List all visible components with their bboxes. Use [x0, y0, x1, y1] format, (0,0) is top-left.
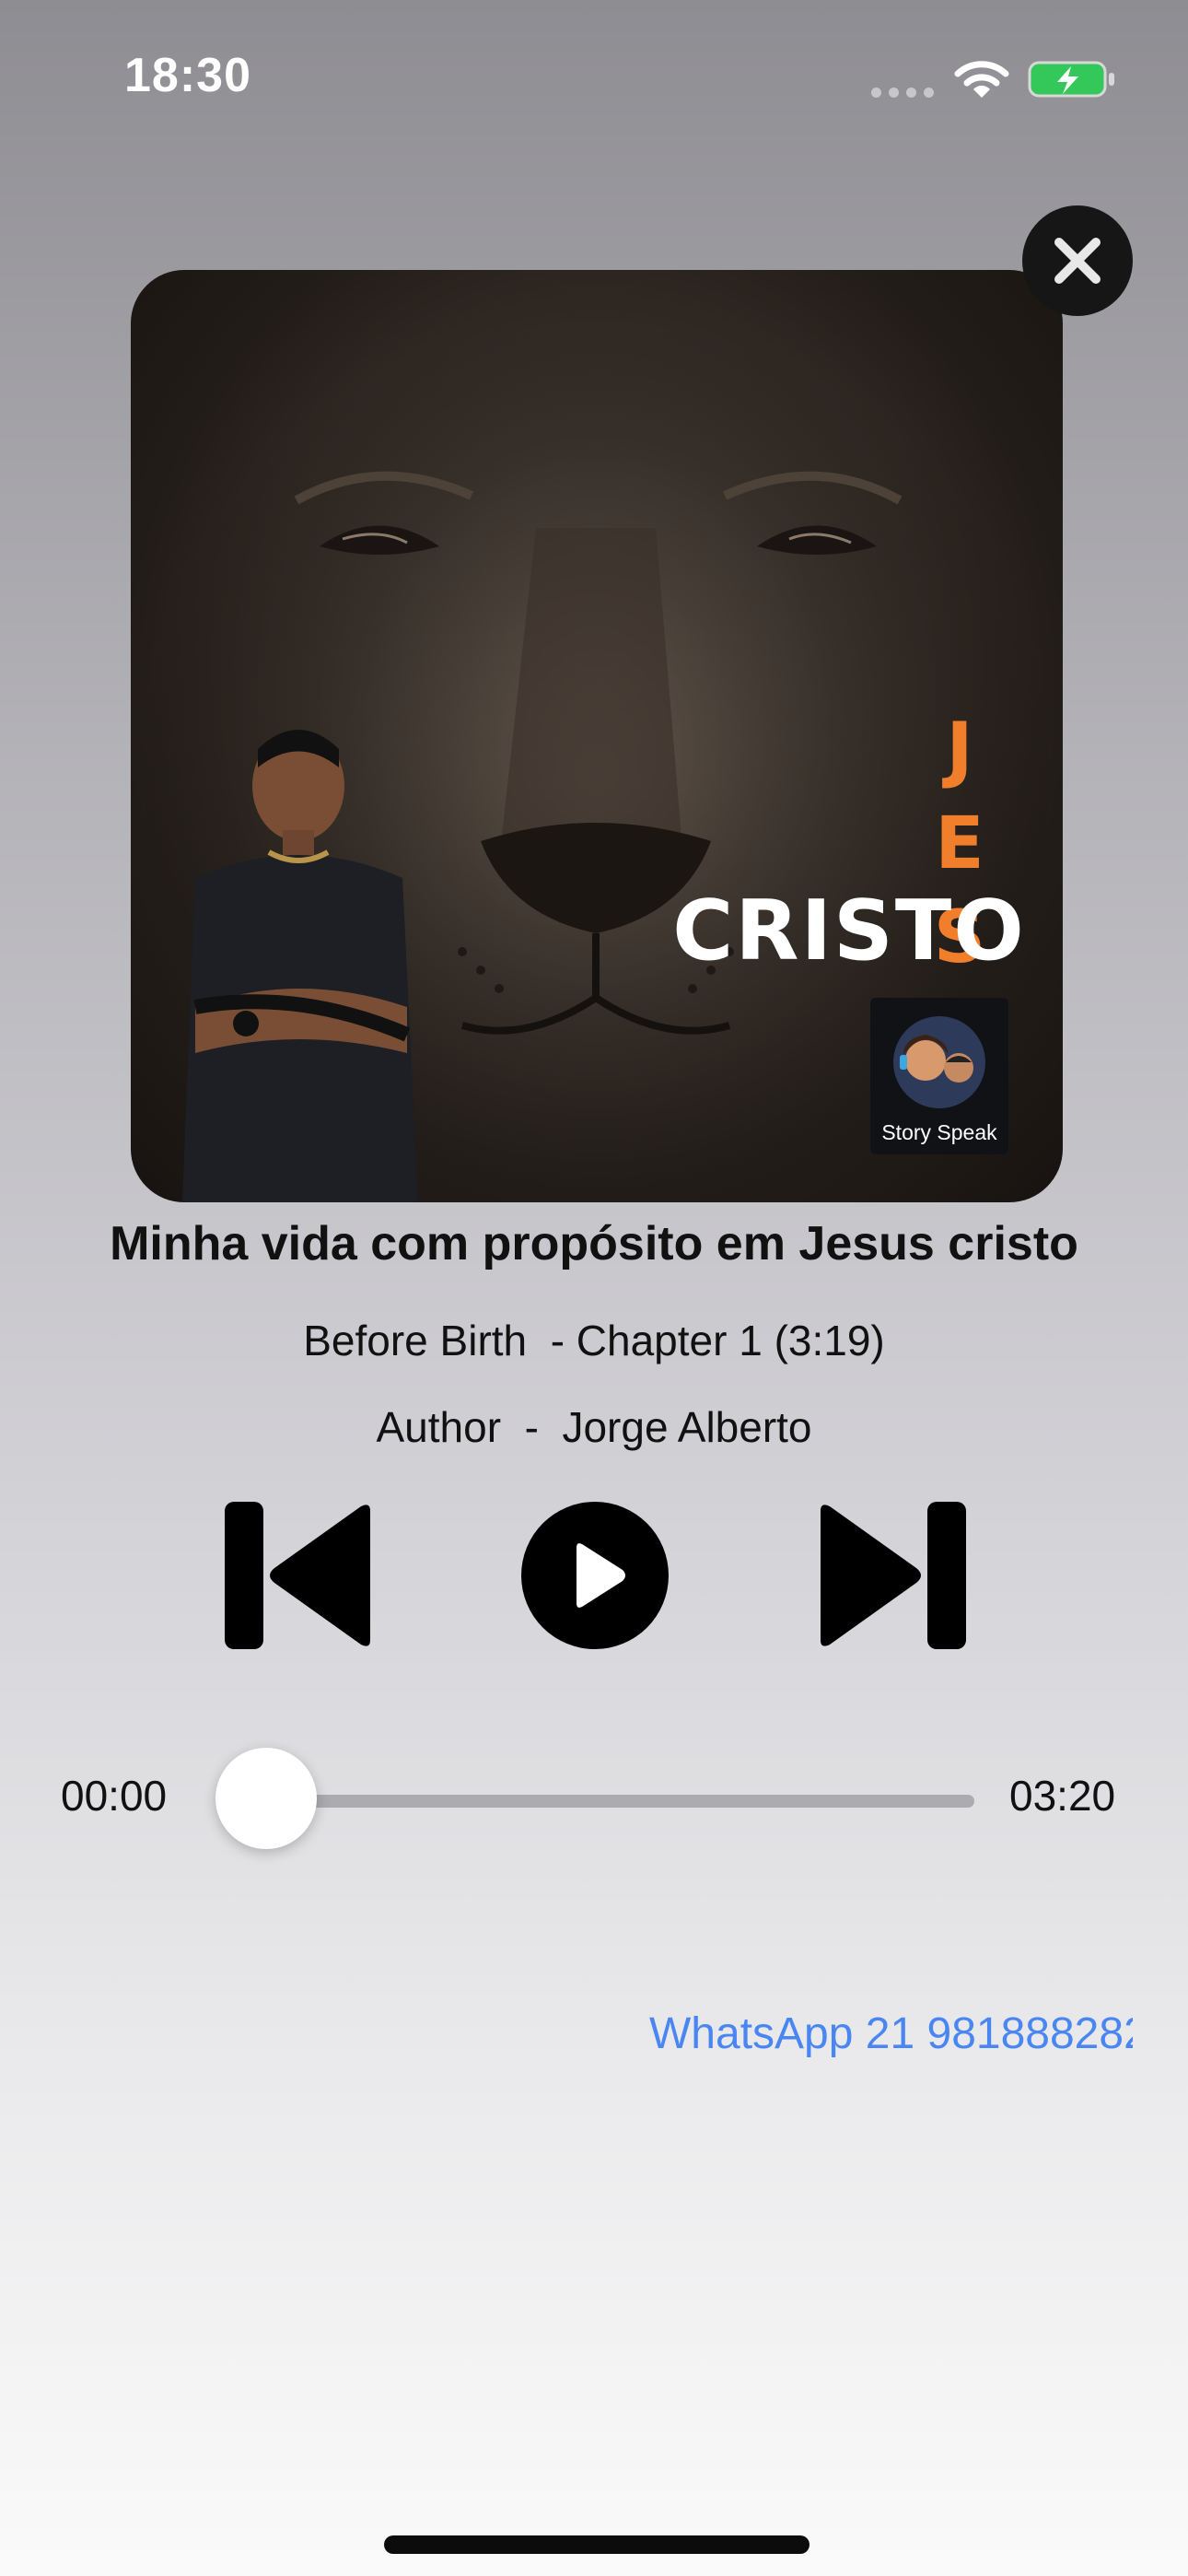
next-button[interactable] — [821, 1502, 968, 1649]
cellular-dots-icon — [871, 88, 936, 99]
story-speak-badge: Story Speak — [870, 998, 1008, 1154]
author-line: Author - Jorge Alberto — [376, 1403, 812, 1451]
current-time: 00:00 — [61, 1772, 168, 1820]
play-button[interactable] — [521, 1502, 669, 1649]
chapter-line: Before Birth - Chapter 1 (3:19) — [303, 1317, 885, 1364]
track-title: Minha vida com propósito em Jesus cristo — [110, 1217, 1078, 1270]
cover-word: CRISTO — [672, 883, 1026, 979]
previous-button[interactable] — [223, 1502, 370, 1649]
skip-previous-icon — [225, 1502, 370, 1649]
battery-charging-icon — [1028, 57, 1116, 101]
cover-art: JESUS CRISTO Story Speak — [131, 270, 1063, 1202]
wifi-icon — [954, 57, 1009, 101]
close-icon — [1054, 238, 1101, 284]
badge-label: Story Speak — [881, 1120, 997, 1144]
story-speak-logo — [893, 1016, 985, 1108]
close-button[interactable] — [1022, 205, 1133, 316]
status-time: 18:30 — [124, 49, 251, 102]
home-indicator — [384, 2535, 809, 2554]
skip-next-icon — [821, 1502, 966, 1649]
play-icon — [521, 1502, 669, 1649]
progress-thumb[interactable] — [215, 1748, 317, 1849]
progress-track[interactable] — [267, 1795, 974, 1808]
total-time: 03:20 — [1009, 1772, 1116, 1820]
whatsapp-link[interactable]: WhatsApp 21 981888282 — [649, 2008, 1133, 2059]
